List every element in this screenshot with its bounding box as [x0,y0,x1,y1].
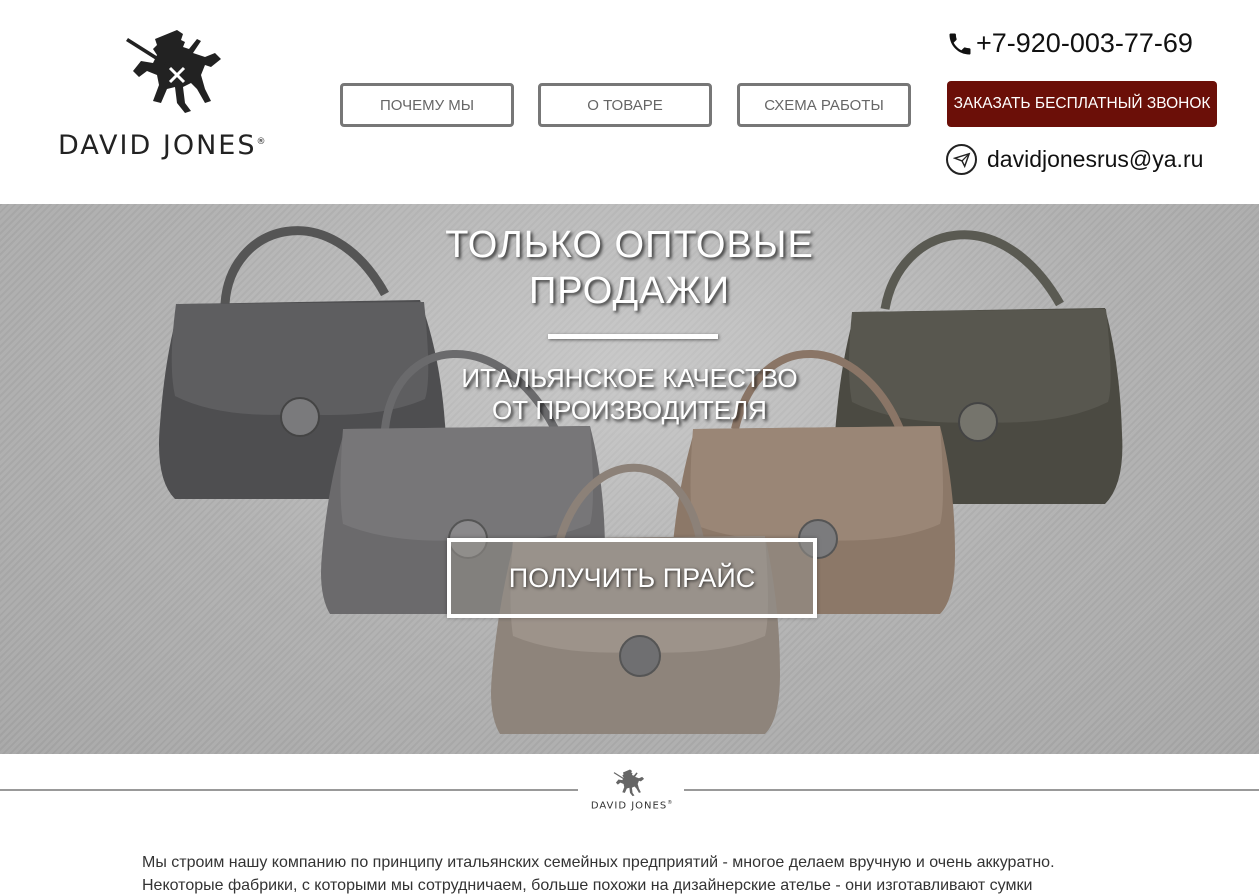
about-paragraph-line: Некоторые фабрики, с которыми мы сотрудн… [142,877,1033,894]
nav-about-product-button[interactable]: О ТОВАРЕ [538,83,712,127]
get-price-button[interactable]: ПОЛУЧИТЬ ПРАЙС [447,538,817,618]
order-call-button[interactable]: ЗАКАЗАТЬ БЕСПЛАТНЫЙ ЗВОНОК [947,81,1217,127]
email-link[interactable]: davidjonesrus@ya.ru [946,144,1203,175]
nav-work-scheme-button[interactable]: СХЕМА РАБОТЫ [737,83,911,127]
nav-why-us-button[interactable]: ПОЧЕМУ МЫ [340,83,514,127]
site-header: DAVID JONES® ПОЧЕМУ МЫ О ТОВАРЕ СХЕМА РА… [0,0,1259,204]
phone-number: +7-920-003-77-69 [976,28,1193,58]
brand-logo[interactable]: DAVID JONES® [58,22,308,162]
knight-logo-icon [126,30,221,113]
email-address: davidjonesrus@ya.ru [987,146,1204,172]
knight-logo-icon [613,769,645,797]
hero-subtitle: ИТАЛЬЯНСКОЕ КАЧЕСТВО ОТ ПРОИЗВОДИТЕЛЯ [461,363,798,425]
mail-icon [946,144,977,175]
about-text: Мы строим нашу компанию по принципу итал… [142,851,1132,894]
small-brand-logo: DAVID JONES® [578,764,684,812]
phone-link[interactable]: +7-920-003-77-69 [946,28,1193,59]
brand-wordmark: DAVID JONES® [58,130,268,161]
hero-title: ТОЛЬКО ОПТОВЫЕ ПРОДАЖИ [445,224,814,312]
hero-divider [548,334,718,339]
phone-icon [949,33,971,54]
about-paragraph-line: Мы строим нашу компанию по принципу итал… [142,854,1055,871]
small-brand-wordmark: DAVID JONES® [590,800,674,812]
hero-banner: ТОЛЬКО ОПТОВЫЕ ПРОДАЖИ ИТАЛЬЯНСКОЕ КАЧЕС… [0,204,1259,754]
